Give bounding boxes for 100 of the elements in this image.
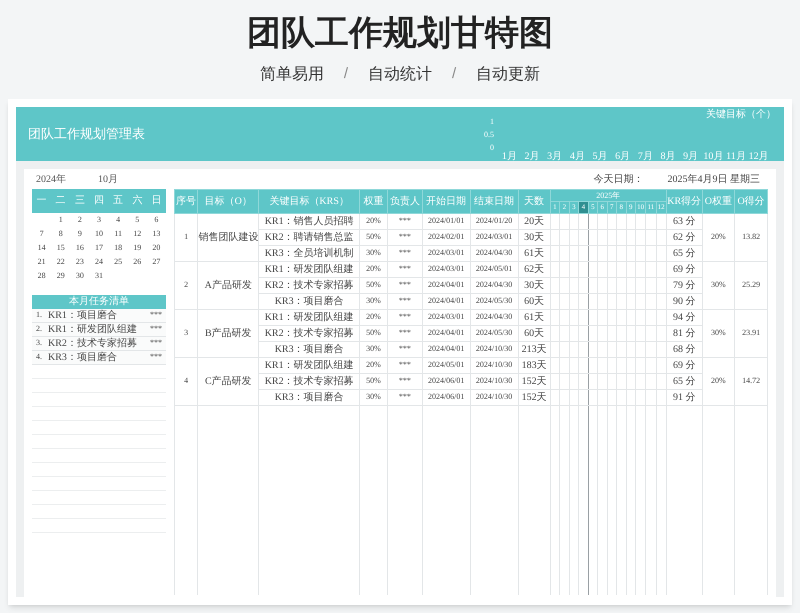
calendar-day[interactable]: 7 <box>32 228 52 240</box>
calendar-day[interactable]: 4 <box>108 214 128 226</box>
table-cell: KR1：研发团队组建 <box>258 261 360 277</box>
calendar-day[interactable]: 18 <box>108 242 128 254</box>
table-cell: KR3：项目磨合 <box>258 389 360 405</box>
calendar-year: 2024年 <box>36 173 66 187</box>
weekday-label: 日 <box>150 194 162 208</box>
calendar-day[interactable]: 8 <box>51 228 70 240</box>
today-label: 今天日期： <box>594 172 644 187</box>
table-cell: 3 <box>174 309 198 357</box>
table-cell: 2024/04/01 <box>422 325 470 341</box>
x-tick-label: 11月 <box>726 150 746 160</box>
table-cell: 20% <box>360 309 388 325</box>
y-tick-label: 0.5 <box>484 130 494 138</box>
calendar-day[interactable]: 13 <box>146 228 166 240</box>
table-cell: 30% <box>360 245 388 261</box>
table-cell: 30天 <box>518 229 550 245</box>
weekday-label: 二 <box>54 194 67 208</box>
table-cell: 50% <box>360 373 388 389</box>
calendar-day[interactable]: 23 <box>70 256 90 268</box>
calendar-day[interactable]: 1 <box>51 214 70 226</box>
calendar-day[interactable]: 3 <box>89 214 109 226</box>
y-tick-label: 0 <box>490 142 494 152</box>
calendar-day[interactable]: 15 <box>51 242 70 254</box>
table-cell: 25.29 <box>734 261 768 309</box>
calendar-day[interactable]: 29 <box>51 270 70 282</box>
table-cell: 62天 <box>518 261 550 277</box>
calendar-day[interactable]: 20 <box>146 242 166 254</box>
table-cell: 30% <box>360 389 388 405</box>
calendar-day[interactable]: 12 <box>128 228 147 240</box>
separator: / <box>344 64 348 84</box>
calendar-day[interactable]: 25 <box>108 256 128 268</box>
table-cell: 65 分 <box>666 373 702 389</box>
calendar-day[interactable]: 14 <box>32 242 52 254</box>
weekday-label: 五 <box>112 194 124 208</box>
column-header: 目标（O） <box>198 189 259 213</box>
column-header: 权重 <box>360 189 388 213</box>
calendar-day[interactable]: 24 <box>89 256 109 268</box>
table-cell: 90 分 <box>666 293 702 309</box>
calendar-day[interactable]: 11 <box>108 228 128 240</box>
table-cell: 2024/01/01 <box>422 213 470 229</box>
table-cell: KR2：聘请销售总监 <box>258 229 360 245</box>
gantt-year-header: 2025年 <box>550 189 666 201</box>
weekday-label: 四 <box>92 194 105 208</box>
table-cell: 2024/05/30 <box>470 325 518 341</box>
calendar-day[interactable]: 22 <box>51 256 70 268</box>
table-cell: C产品研发 <box>198 357 259 405</box>
table-cell: *** <box>387 245 422 261</box>
table-cell: KR1：研发团队组建 <box>258 309 360 325</box>
x-tick-label: 4月 <box>570 150 585 160</box>
calendar-day[interactable]: 5 <box>128 214 147 226</box>
table-cell: *** <box>387 373 422 389</box>
table-cell: 81 分 <box>666 325 702 341</box>
column-header: 序号 <box>174 189 198 213</box>
table-cell: 2024/04/01 <box>422 341 470 357</box>
table-cell: KR2：技术专家招募 <box>258 277 360 293</box>
table-cell: 2024/06/01 <box>422 389 470 405</box>
x-tick-label: 8月 <box>660 150 676 160</box>
calendar-day[interactable]: 10 <box>89 228 109 240</box>
calendar-day[interactable]: 26 <box>128 256 147 268</box>
y-tick-label: 1 <box>490 116 494 126</box>
table-cell: 30% <box>360 341 388 357</box>
table-cell: 2024/05/01 <box>422 357 470 373</box>
calendar-day[interactable]: 9 <box>70 228 90 240</box>
table-cell: KR1：研发团队组建 <box>258 357 360 373</box>
table-cell: 30天 <box>518 277 550 293</box>
table-cell: 23.91 <box>734 309 768 357</box>
table-cell: 79 分 <box>666 277 702 293</box>
calendar-day[interactable]: 16 <box>70 242 90 254</box>
table-cell: 213天 <box>518 341 550 357</box>
column-header: 开始日期 <box>422 189 470 213</box>
x-tick-label: 2月 <box>524 150 540 160</box>
table-cell: 2024/04/01 <box>422 293 470 309</box>
weekday-label: 六 <box>131 194 144 208</box>
table-cell: 94 分 <box>666 309 702 325</box>
table-cell: KR3：项目磨合 <box>258 341 360 357</box>
todo-index: 2. <box>36 323 43 335</box>
today-date: 2025年4月9日 星期三 <box>668 172 760 187</box>
table-cell: 183天 <box>518 357 550 373</box>
x-tick-label: 6月 <box>615 150 630 160</box>
page-title: 团队工作规划甘特图 <box>247 13 553 54</box>
calendar-day[interactable]: 28 <box>32 270 52 282</box>
weekday-label: 一 <box>36 194 48 208</box>
calendar-day[interactable]: 31 <box>89 270 109 282</box>
weekday-label: 三 <box>74 194 86 208</box>
calendar-day[interactable]: 6 <box>146 214 166 226</box>
x-tick-label: 10月 <box>703 150 724 160</box>
table-cell: 20% <box>360 213 388 229</box>
calendar-day[interactable]: 19 <box>128 242 147 254</box>
table-cell: 1 <box>174 213 198 261</box>
x-tick-label: 7月 <box>638 150 653 160</box>
todo-text: KR1：项目磨合 <box>48 308 118 322</box>
calendar-day[interactable]: 17 <box>89 242 109 254</box>
table-cell: 2024/02/01 <box>422 229 470 245</box>
calendar-day[interactable]: 2 <box>70 214 90 226</box>
table-cell: 2024/05/01 <box>470 261 518 277</box>
calendar-day[interactable]: 30 <box>70 270 90 282</box>
table-cell: 2024/05/30 <box>470 293 518 309</box>
calendar-day[interactable]: 27 <box>146 256 166 268</box>
calendar-day[interactable]: 21 <box>32 256 52 268</box>
